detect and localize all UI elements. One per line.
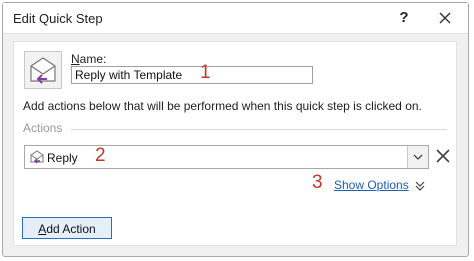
quick-step-icon-button[interactable] <box>24 51 62 89</box>
show-options-link[interactable]: Show Options <box>334 178 409 192</box>
callout-2: 2 <box>95 145 106 166</box>
help-button[interactable]: ? <box>393 7 415 29</box>
actions-divider <box>71 129 447 130</box>
add-action-button[interactable]: Add Action <box>22 217 112 239</box>
instructions-text: Add actions below that will be performed… <box>23 99 422 113</box>
delete-action-button[interactable] <box>434 147 452 170</box>
chevron-down-icon <box>413 154 423 160</box>
action-selected-value: Reply <box>47 151 78 165</box>
title-bar: Edit Quick Step ? <box>3 3 468 34</box>
double-chevron-down-icon[interactable] <box>414 179 426 197</box>
dropdown-toggle[interactable] <box>407 146 428 168</box>
dialog-title: Edit Quick Step <box>13 11 103 26</box>
delete-icon <box>436 149 450 163</box>
reply-envelope-icon <box>29 149 45 170</box>
actions-section-label: Actions <box>23 121 63 135</box>
edit-quick-step-dialog: Edit Quick Step ? Name: 1 Add actions be… <box>2 2 469 257</box>
callout-3: 3 <box>312 172 323 193</box>
close-icon <box>439 12 451 24</box>
name-input[interactable] <box>71 66 313 84</box>
action-dropdown[interactable]: Reply <box>24 145 429 169</box>
reply-envelope-icon <box>30 57 56 84</box>
dialog-content: Name: 1 Add actions below that will be p… <box>13 41 457 246</box>
close-button[interactable] <box>433 7 457 29</box>
callout-1: 1 <box>200 62 211 83</box>
name-label: Name: <box>71 52 107 66</box>
